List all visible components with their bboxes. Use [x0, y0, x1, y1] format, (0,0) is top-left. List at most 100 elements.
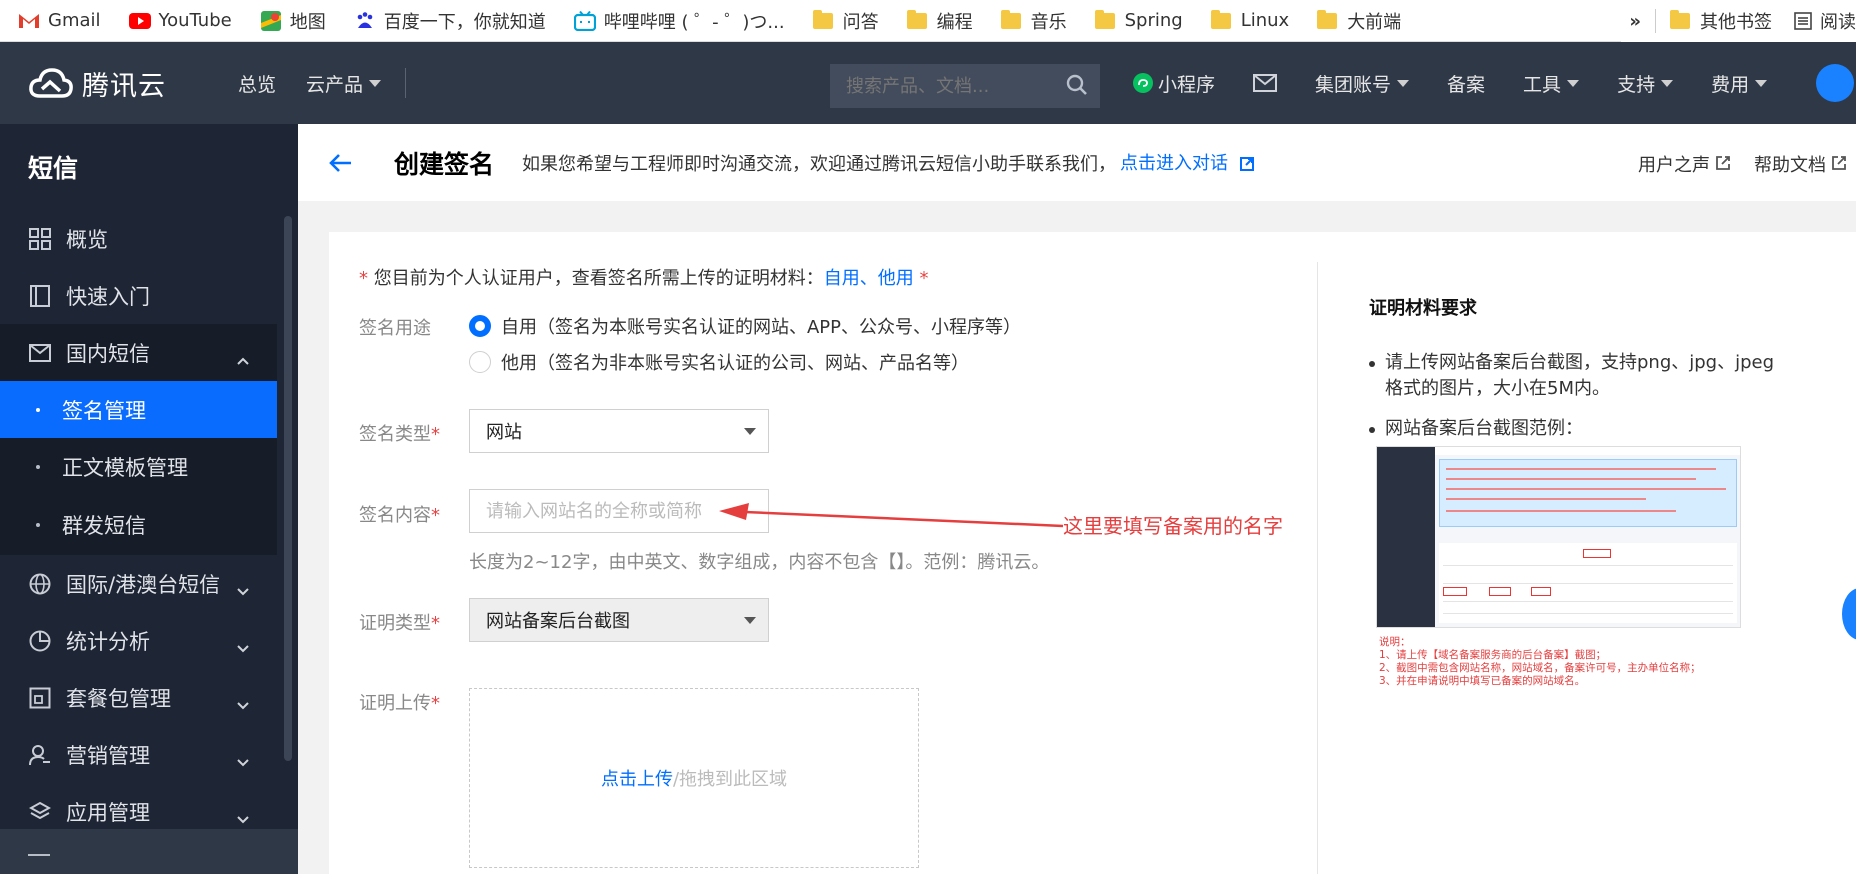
- sidebar-item-package-management[interactable]: 套餐包管理: [0, 669, 277, 726]
- bookmarks-separator: [1655, 9, 1656, 33]
- list-item: 请上传网站备案后台截图，支持png、jpg、jpeg格式的图片，大小在5M内。: [1369, 350, 1779, 402]
- external-link-icon: [1716, 154, 1730, 175]
- caret-down-icon: [1755, 79, 1768, 87]
- signature-form: * 您目前为个人认证用户，查看签名所需上传的证明材料：自用、他用 * 签名用途 …: [329, 232, 1319, 874]
- nav-record[interactable]: 备案: [1447, 70, 1485, 97]
- folder-icon: [1670, 10, 1690, 29]
- bookmark-maps[interactable]: 地图: [260, 8, 326, 34]
- bookmark-folder-frontend[interactable]: 大前端: [1317, 8, 1401, 34]
- sidebar-item-statistics[interactable]: 统计分析: [0, 612, 277, 669]
- folder-icon: [1210, 9, 1231, 29]
- example-header: [1435, 447, 1740, 455]
- layers-icon: [28, 800, 52, 824]
- sidebar-item-template-management[interactable]: 正文模板管理: [0, 438, 277, 495]
- back-arrow-icon[interactable]: [328, 153, 356, 173]
- sidebar: 短信 概览 快速入门 国内短信 签名管理 正文模板管理 群发短信 国际/港澳台短…: [0, 124, 298, 874]
- other-use-link[interactable]: 他用: [878, 268, 914, 289]
- grid-icon: [28, 227, 52, 251]
- bullet-dot: [36, 523, 40, 527]
- nav-mail[interactable]: [1253, 74, 1278, 92]
- sidebar-group-domestic: 国内短信 签名管理 正文模板管理 群发短信: [0, 324, 277, 555]
- folder-icon: [906, 9, 927, 29]
- list-item: 网站备案后台截图范例：: [1369, 416, 1779, 442]
- miniprogram-icon: [1132, 72, 1154, 94]
- sidebar-item-bulk-sms[interactable]: 群发短信: [0, 495, 277, 555]
- purpose-other-radio[interactable]: 他用（签名为非本账号实名认证的公司、网站、产品名等）: [469, 349, 969, 375]
- requirements-title: 证明材料要求: [1369, 298, 1477, 319]
- sidebar-item-overview[interactable]: 概览: [0, 210, 277, 267]
- cert-type-select[interactable]: 网站备案后台截图: [469, 598, 769, 642]
- collapse-icon[interactable]: [28, 853, 50, 863]
- gmail-icon: [18, 10, 40, 32]
- certification-notice: * 您目前为个人认证用户，查看签名所需上传的证明材料：自用、他用 *: [359, 268, 929, 289]
- radio-checked[interactable]: [469, 315, 491, 337]
- tencent-cloud-logo[interactable]: 腾讯云: [28, 64, 210, 103]
- chevron-down-icon: [237, 805, 249, 829]
- cert-type-label: 证明类型*: [359, 613, 440, 634]
- nav-miniprogram[interactable]: 小程序: [1132, 70, 1215, 97]
- example-screenshot: [1376, 446, 1741, 628]
- youtube-icon: [128, 10, 151, 32]
- search-input[interactable]: [846, 75, 1056, 97]
- chat-link[interactable]: 点击进入对话: [1120, 149, 1254, 176]
- example-table: [1439, 543, 1737, 623]
- bookmark-folder-spring[interactable]: Spring: [1094, 9, 1183, 31]
- help-docs-link[interactable]: 帮助文档: [1754, 151, 1846, 177]
- bilibili-icon: [573, 10, 596, 32]
- reading-list[interactable]: 阅读: [1820, 8, 1856, 34]
- caret-down-icon: [744, 428, 756, 435]
- folder-icon: [1094, 9, 1115, 29]
- signature-type-select[interactable]: 网站: [469, 409, 769, 453]
- bookmarks-overflow-button[interactable]: »: [1629, 11, 1641, 32]
- folder-icon: [1317, 9, 1338, 29]
- column-divider: [1317, 262, 1318, 874]
- user-voice-link[interactable]: 用户之声: [1638, 151, 1730, 177]
- caret-down-icon: [1567, 79, 1580, 87]
- cloud-logo-icon: [28, 66, 74, 100]
- external-link-icon: [1832, 154, 1846, 175]
- floating-help-button[interactable]: [1842, 588, 1856, 640]
- sidebar-item-marketing[interactable]: 营销管理: [0, 726, 277, 783]
- bookmark-folder-music[interactable]: 音乐: [1000, 8, 1067, 34]
- bookmark-folder-linux[interactable]: Linux: [1210, 9, 1289, 31]
- page-title: 创建签名: [394, 149, 495, 179]
- chevron-up-icon: [237, 346, 249, 370]
- sidebar-scrollbar[interactable]: [284, 216, 292, 761]
- nav-support[interactable]: 支持: [1617, 70, 1674, 97]
- bookmark-youtube[interactable]: YouTube: [128, 10, 232, 32]
- avatar[interactable]: [1816, 64, 1854, 102]
- nav-tools[interactable]: 工具: [1523, 70, 1580, 97]
- sidebar-item-international-sms[interactable]: 国际/港澳台短信: [0, 555, 277, 612]
- chevron-down-icon: [237, 748, 249, 772]
- bookmark-gmail[interactable]: Gmail: [18, 10, 101, 32]
- upload-click-link[interactable]: 点击上传: [601, 765, 673, 791]
- radio-unchecked[interactable]: [469, 351, 491, 373]
- sidebar-item-signature-management[interactable]: 签名管理: [0, 381, 277, 438]
- purpose-self-radio[interactable]: 自用（签名为本账号实名认证的网站、APP、公众号、小程序等）: [469, 313, 1021, 339]
- requirements-panel: 证明材料要求 请上传网站备案后台截图，支持png、jpg、jpeg格式的图片，大…: [1349, 232, 1856, 874]
- example-alert: [1439, 459, 1737, 527]
- search-box[interactable]: [830, 64, 1100, 108]
- bookmark-bilibili[interactable]: 哔哩哔哩 ( ゜- ゜)つ...: [573, 8, 785, 34]
- nav-cloud-products[interactable]: 云产品: [306, 70, 382, 97]
- caret-down-icon: [369, 79, 382, 87]
- nav-fees[interactable]: 费用: [1711, 70, 1768, 97]
- bullet-dot: [36, 464, 40, 469]
- folder-icon: [812, 9, 833, 29]
- bookmark-other[interactable]: 其他书签: [1700, 8, 1772, 34]
- self-use-link[interactable]: 自用: [824, 268, 860, 289]
- sidebar-item-quickstart[interactable]: 快速入门: [0, 267, 277, 324]
- nav-group-account[interactable]: 集团账号: [1315, 70, 1410, 97]
- search-icon[interactable]: [1066, 74, 1088, 101]
- caret-down-icon: [744, 617, 756, 624]
- upload-dropzone[interactable]: 点击上传/拖拽到此区域: [469, 688, 919, 868]
- package-icon: [28, 686, 52, 710]
- bookmark-folder-programming[interactable]: 编程: [906, 8, 973, 34]
- nav-right: 小程序 集团账号 备案 工具 支持 费用: [1132, 42, 1805, 124]
- maps-icon: [260, 10, 282, 32]
- sidebar-item-domestic-sms[interactable]: 国内短信: [0, 324, 277, 381]
- nav-overview[interactable]: 总览: [238, 70, 276, 97]
- bookmark-folder-qa[interactable]: 问答: [812, 8, 879, 34]
- content-label: 签名内容*: [359, 505, 440, 526]
- bookmark-baidu[interactable]: 百度一下，你就知道: [354, 8, 546, 34]
